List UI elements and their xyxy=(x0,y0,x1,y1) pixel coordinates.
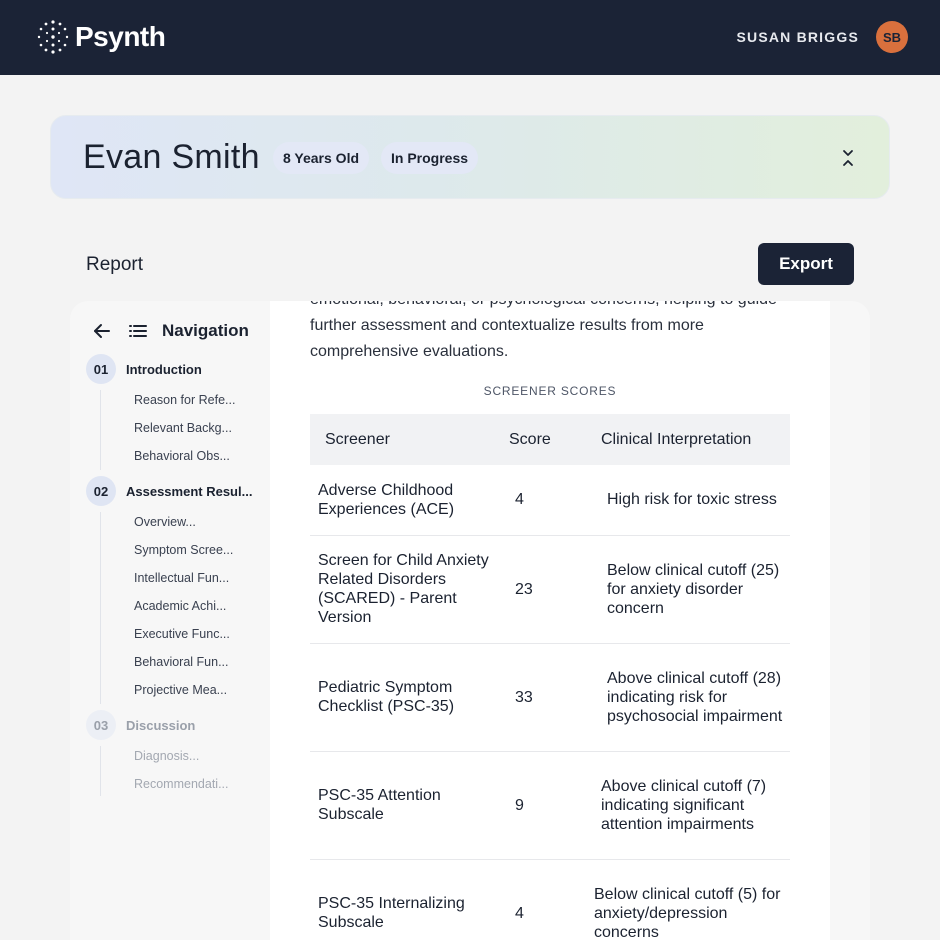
screener-cell: PSC-35 Attention Subscale xyxy=(310,751,509,860)
table-caption: SCREENER SCORES xyxy=(483,384,617,398)
interpretation-cell: Above clinical cutoff (7) indicating sig… xyxy=(593,751,790,860)
user-menu[interactable]: SUSAN BRIGGS SB xyxy=(736,21,908,53)
score-cell: 4 xyxy=(509,465,593,536)
nav-item[interactable]: Executive Func... xyxy=(134,627,230,641)
screener-cell: PSC-35 Internalizing Subscale xyxy=(310,859,509,940)
nav-item[interactable]: Projective Mea... xyxy=(134,683,227,697)
section-rail xyxy=(100,390,101,470)
nav-section-discussion[interactable]: 03 Discussion xyxy=(86,710,195,740)
nav-item[interactable]: Diagnosis... xyxy=(134,749,199,763)
collapse-chevrons-icon[interactable] xyxy=(841,148,855,168)
interpretation-cell: Above clinical cutoff (28) indicating ri… xyxy=(593,643,790,752)
user-name: SUSAN BRIGGS xyxy=(736,29,859,45)
table-row: Screen for Child Anxiety Related Disorde… xyxy=(310,535,790,644)
nav-item[interactable]: Recommendati... xyxy=(134,777,228,791)
table-row: PSC-35 Attention Subscale 9 Above clinic… xyxy=(310,751,790,860)
arrow-left-icon[interactable] xyxy=(92,321,112,341)
section-number: 03 xyxy=(86,710,116,740)
interpretation-cell: Below clinical cutoff (25) for anxiety d… xyxy=(593,535,790,644)
section-rail xyxy=(100,512,101,704)
table-header-row: Screener Score Clinical Interpretation xyxy=(310,414,790,465)
score-cell: 4 xyxy=(509,859,593,940)
nav-item[interactable]: Intellectual Fun... xyxy=(134,571,229,585)
navigation-header: Navigation xyxy=(92,321,249,341)
nav-item[interactable]: Academic Achi... xyxy=(134,599,226,613)
nav-item[interactable]: Behavioral Fun... xyxy=(134,655,229,669)
screener-cell: Screen for Child Anxiety Related Disorde… xyxy=(310,535,509,644)
nav-item[interactable]: Overview... xyxy=(134,515,196,529)
brand-logo[interactable]: Psynth xyxy=(36,19,166,55)
screener-cell: Adverse Childhood Experiences (ACE) xyxy=(310,465,509,536)
top-bar: Psynth SUSAN BRIGGS SB xyxy=(0,0,940,75)
report-content: emotional, behavioral, or psychological … xyxy=(270,301,830,940)
report-paragraph: emotional, behavioral, or psychological … xyxy=(310,301,777,360)
section-rail xyxy=(100,746,101,796)
interpretation-cell: Below clinical cutoff (5) for anxiety/de… xyxy=(593,859,790,940)
navigation-title: Navigation xyxy=(162,321,249,340)
report-panel: Navigation 01 Introduction Reason for Re… xyxy=(70,301,870,940)
table-row: Adverse Childhood Experiences (ACE) 4 Hi… xyxy=(310,465,790,536)
patient-header-card: Evan Smith 8 Years Old In Progress xyxy=(50,115,890,199)
table-row: PSC-35 Internalizing Subscale 4 Below cl… xyxy=(310,859,790,940)
score-cell: 33 xyxy=(509,643,593,752)
nav-section-assessment-results[interactable]: 02 Assessment Resul... xyxy=(86,476,252,506)
section-label: Discussion xyxy=(126,717,196,733)
column-header-screener: Screener xyxy=(310,414,509,465)
logo-dots-icon xyxy=(37,20,69,54)
section-number: 02 xyxy=(86,476,116,506)
column-header-interpretation: Clinical Interpretation xyxy=(593,414,790,465)
screener-cell: Pediatric Symptom Checklist (PSC-35) xyxy=(310,643,509,752)
report-title: Report xyxy=(86,254,144,275)
brand-name: Psynth xyxy=(75,21,166,52)
nav-item[interactable]: Symptom Scree... xyxy=(134,543,233,557)
nav-item[interactable]: Relevant Backg... xyxy=(134,421,232,435)
section-number: 01 xyxy=(86,354,116,384)
nav-section-introduction[interactable]: 01 Introduction xyxy=(86,354,202,384)
avatar[interactable]: SB xyxy=(876,21,908,53)
score-cell: 9 xyxy=(509,751,593,860)
export-button[interactable]: Export xyxy=(758,243,854,285)
patient-name: Evan Smith xyxy=(83,138,260,176)
list-icon[interactable] xyxy=(128,321,148,341)
status-badge: In Progress xyxy=(381,142,479,174)
nav-item[interactable]: Behavioral Obs... xyxy=(134,449,230,463)
navigation-sidebar: Navigation 01 Introduction Reason for Re… xyxy=(70,301,270,940)
section-label: Assessment Resul... xyxy=(126,483,253,499)
interpretation-cell: High risk for toxic stress xyxy=(593,465,790,536)
score-cell: 23 xyxy=(509,535,593,644)
table-row: Pediatric Symptom Checklist (PSC-35) 33 … xyxy=(310,643,790,752)
column-header-score: Score xyxy=(509,414,593,465)
nav-item[interactable]: Reason for Refe... xyxy=(134,393,235,407)
screener-scores-table: Screener Score Clinical Interpretation A… xyxy=(310,414,790,940)
age-badge: 8 Years Old xyxy=(273,142,370,174)
section-label: Introduction xyxy=(126,361,202,377)
